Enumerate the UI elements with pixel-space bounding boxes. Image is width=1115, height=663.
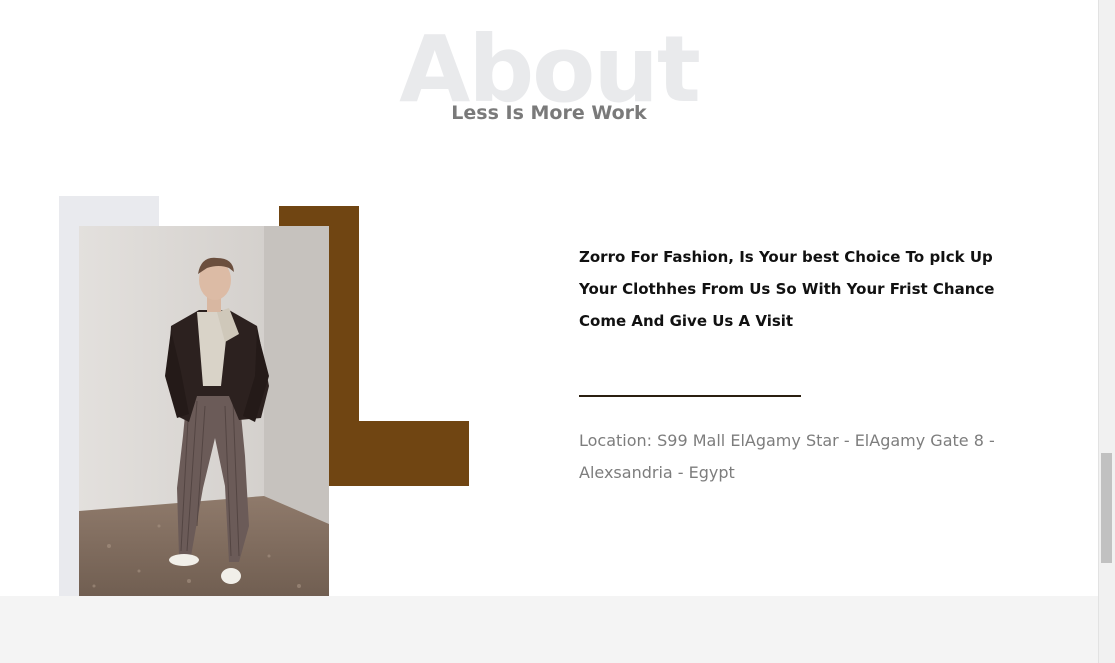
store-location: Location: S99 Mall ElAgamy Star - ElAgam… — [579, 431, 995, 482]
scrollbar-thumb[interactable] — [1101, 453, 1112, 563]
page-scrollbar[interactable] — [1098, 0, 1115, 663]
section-divider — [579, 395, 801, 397]
about-section: About Less Is More Work Zorro For Fashio… — [0, 0, 1098, 663]
about-description: Zorro For Fashion, Is Your best Choice T… — [579, 248, 995, 330]
model-photo — [79, 226, 329, 601]
next-section-band — [0, 596, 1098, 663]
about-subtitle: Less Is More Work — [451, 102, 647, 124]
